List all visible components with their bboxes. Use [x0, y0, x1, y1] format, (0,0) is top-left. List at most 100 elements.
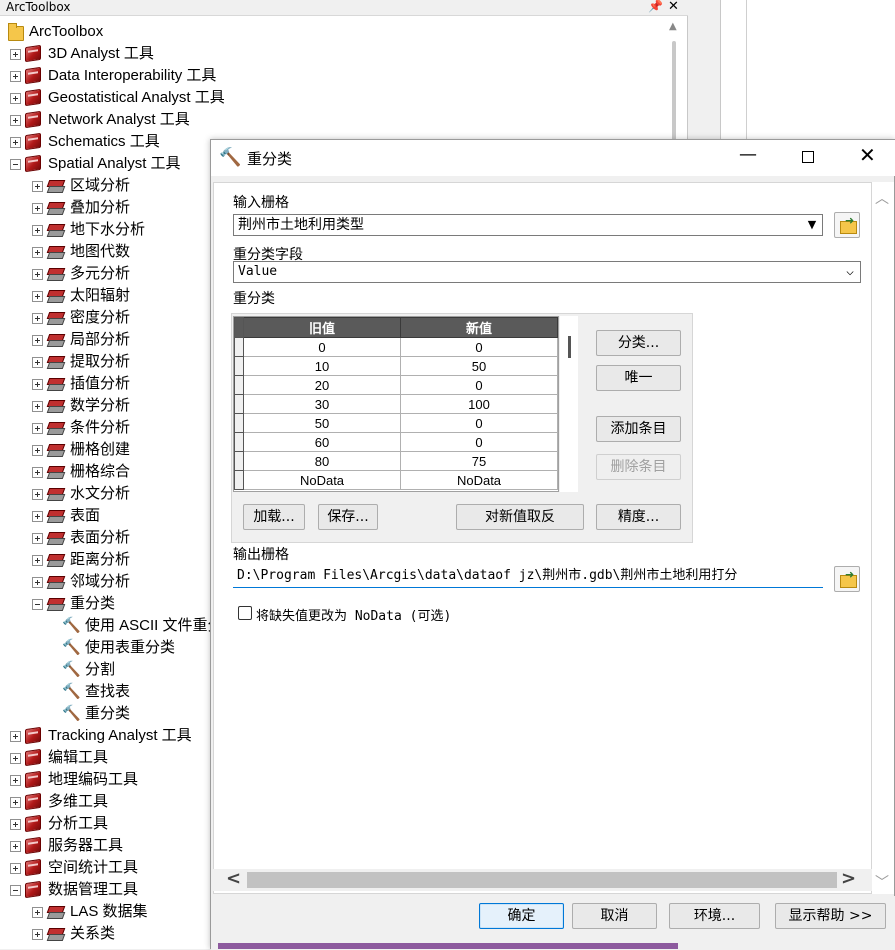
- column-header-old[interactable]: 旧值: [243, 317, 401, 338]
- nodata-checkbox[interactable]: [238, 606, 252, 620]
- row-header[interactable]: [234, 317, 244, 338]
- expand-icon[interactable]: [32, 225, 43, 236]
- load-button[interactable]: 加载...: [243, 504, 305, 530]
- expand-icon[interactable]: [10, 115, 21, 126]
- precision-button[interactable]: 精度...: [596, 504, 681, 530]
- input-raster-combo[interactable]: 荆州市土地利用类型 ▼: [233, 214, 823, 236]
- reclass-field-combo[interactable]: Value ⌵: [233, 261, 861, 283]
- expand-icon[interactable]: [10, 137, 21, 148]
- new-value-cell[interactable]: 75: [400, 451, 558, 471]
- content-horizontal-scrollbar[interactable]: < >: [213, 868, 872, 891]
- old-value-cell[interactable]: 60: [243, 432, 401, 452]
- expand-icon[interactable]: [32, 401, 43, 412]
- table-row[interactable]: NoData NoData: [234, 470, 558, 490]
- expand-icon[interactable]: [10, 71, 21, 82]
- table-scrollbar[interactable]: [560, 316, 578, 492]
- table-row[interactable]: 30 100: [234, 394, 558, 414]
- browse-folder-icon[interactable]: [834, 212, 860, 238]
- save-button[interactable]: 保存...: [318, 504, 378, 530]
- row-selector[interactable]: [234, 356, 244, 376]
- table-row[interactable]: 10 50: [234, 356, 558, 376]
- table-row[interactable]: 00: [234, 337, 558, 357]
- collapse-icon[interactable]: [10, 159, 21, 170]
- environments-button[interactable]: 环境...: [669, 903, 760, 929]
- maximize-icon[interactable]: [802, 151, 814, 163]
- scroll-up-icon[interactable]: ▲: [669, 21, 677, 32]
- row-selector[interactable]: [234, 337, 244, 357]
- cancel-button[interactable]: 取消: [572, 903, 657, 929]
- reverse-new-values-button[interactable]: 对新值取反: [456, 504, 584, 530]
- unique-button[interactable]: 唯一: [596, 365, 681, 391]
- expand-icon[interactable]: [10, 797, 21, 808]
- table-row[interactable]: 80 75: [234, 451, 558, 471]
- column-header-new[interactable]: 新值: [400, 317, 558, 338]
- old-value-cell[interactable]: 30: [243, 394, 401, 414]
- expand-icon[interactable]: [32, 203, 43, 214]
- chevron-down-icon[interactable]: ﹀: [875, 872, 889, 892]
- expand-icon[interactable]: [32, 181, 43, 192]
- expand-icon[interactable]: [32, 907, 43, 918]
- new-value-cell[interactable]: 0: [400, 375, 558, 395]
- scroll-thumb[interactable]: [247, 872, 837, 888]
- chevron-up-icon[interactable]: ︿: [875, 188, 889, 208]
- new-value-cell[interactable]: 0: [400, 337, 558, 357]
- old-value-cell[interactable]: 10: [243, 356, 401, 376]
- add-entry-button[interactable]: 添加条目: [596, 416, 681, 442]
- output-raster-input[interactable]: D:\Program Files\Arcgis\data\dataof jz\荆…: [233, 566, 823, 588]
- close-icon[interactable]: ✕: [859, 143, 876, 167]
- table-row[interactable]: 60 0: [234, 432, 558, 452]
- row-selector[interactable]: [234, 432, 244, 452]
- scroll-thumb[interactable]: [568, 336, 571, 358]
- expand-icon[interactable]: [10, 863, 21, 874]
- new-value-cell[interactable]: NoData: [400, 470, 558, 490]
- expand-icon[interactable]: [10, 49, 21, 60]
- expand-icon[interactable]: [10, 775, 21, 786]
- expand-icon[interactable]: [32, 335, 43, 346]
- new-value-cell[interactable]: 50: [400, 356, 558, 376]
- expand-icon[interactable]: [32, 929, 43, 940]
- new-value-cell[interactable]: 0: [400, 432, 558, 452]
- table-row[interactable]: 20 0: [234, 375, 558, 395]
- expand-icon[interactable]: [32, 577, 43, 588]
- dialog-titlebar[interactable]: 🔨 重分类 — ✕: [211, 140, 895, 176]
- old-value-cell[interactable]: 80: [243, 451, 401, 471]
- expand-icon[interactable]: [32, 533, 43, 544]
- chevron-left-icon[interactable]: <: [226, 868, 241, 889]
- row-selector[interactable]: [234, 470, 244, 490]
- dropdown-arrow-icon[interactable]: ▼: [804, 215, 820, 235]
- expand-icon[interactable]: [32, 467, 43, 478]
- pin-icon[interactable]: 📌: [648, 0, 663, 14]
- new-value-cell[interactable]: 100: [400, 394, 558, 414]
- old-value-cell[interactable]: 20: [243, 375, 401, 395]
- expand-icon[interactable]: [10, 841, 21, 852]
- expand-icon[interactable]: [32, 247, 43, 258]
- expand-icon[interactable]: [32, 269, 43, 280]
- classify-button[interactable]: 分类...: [596, 330, 681, 356]
- expand-icon[interactable]: [32, 357, 43, 368]
- expand-icon[interactable]: [32, 423, 43, 434]
- new-value-cell[interactable]: 0: [400, 413, 558, 433]
- close-icon[interactable]: ✕: [668, 0, 679, 14]
- content-vertical-scrollbar[interactable]: ︿ ﹀: [872, 182, 894, 894]
- expand-icon[interactable]: [32, 379, 43, 390]
- old-value-cell[interactable]: NoData: [243, 470, 401, 490]
- show-help-button[interactable]: 显示帮助 >>: [775, 903, 886, 929]
- expand-icon[interactable]: [32, 291, 43, 302]
- expand-icon[interactable]: [10, 93, 21, 104]
- row-selector[interactable]: [234, 375, 244, 395]
- chevron-right-icon[interactable]: >: [841, 868, 856, 889]
- browse-folder-icon[interactable]: [834, 566, 860, 592]
- expand-icon[interactable]: [32, 313, 43, 324]
- expand-icon[interactable]: [10, 819, 21, 830]
- old-value-cell[interactable]: 0: [243, 337, 401, 357]
- expand-icon[interactable]: [32, 445, 43, 456]
- expand-icon[interactable]: [32, 489, 43, 500]
- minimize-icon[interactable]: —: [739, 144, 757, 165]
- row-selector[interactable]: [234, 451, 244, 471]
- collapse-icon[interactable]: [10, 885, 21, 896]
- expand-icon[interactable]: [10, 753, 21, 764]
- ok-button[interactable]: 确定: [479, 903, 564, 929]
- old-value-cell[interactable]: 50: [243, 413, 401, 433]
- reclass-table[interactable]: 旧值 新值 0 0 10 50 20 0 30 100 50 0 60 0 80 75 NoData NoDa…: [233, 316, 559, 492]
- table-row[interactable]: 50 0: [234, 413, 558, 433]
